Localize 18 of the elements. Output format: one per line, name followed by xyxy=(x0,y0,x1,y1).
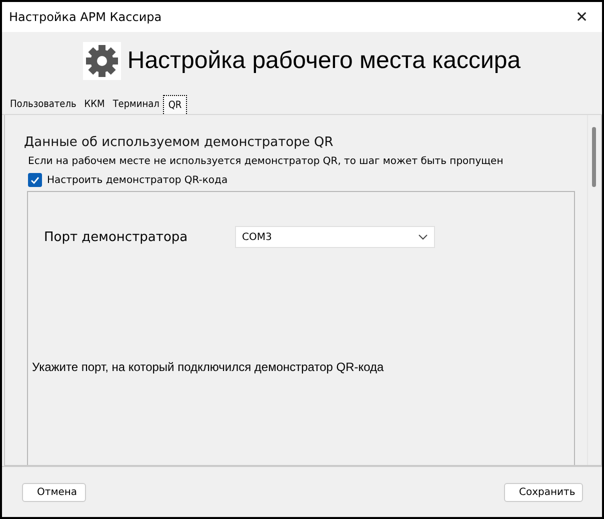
hint-text: Укажите порт, на который подключился демонстратор QR-кода xyxy=(32,360,385,374)
tab[interactable]: ККМ xyxy=(80,95,109,114)
cancel-button[interactable]: Отмена xyxy=(22,482,86,502)
close-button[interactable]: ✕ xyxy=(562,2,602,32)
section-title: Данные об используемом демонстраторе QR xyxy=(24,135,334,150)
save-button[interactable]: Сохранить xyxy=(504,482,583,502)
port-label: Порт демонстратора xyxy=(44,230,189,244)
checkbox-label: Настроить демонстратор QR-кода xyxy=(47,174,228,186)
window-title: Настройка АРМ Кассира xyxy=(9,10,162,24)
gear-icon xyxy=(83,42,122,80)
checkbox[interactable] xyxy=(28,173,42,187)
tab[interactable]: QR xyxy=(163,95,187,114)
section-note: Если на рабочем месте не используется демонстратор QR, то шаг может быть пропущен xyxy=(28,156,504,167)
tab[interactable]: Терминал xyxy=(108,95,164,114)
page-title: Настройка рабочего места кассира xyxy=(127,47,521,75)
tab[interactable]: Пользователь xyxy=(6,95,80,114)
chevron-icon xyxy=(418,234,428,240)
port-dropdown[interactable]: COM3 xyxy=(235,226,435,248)
